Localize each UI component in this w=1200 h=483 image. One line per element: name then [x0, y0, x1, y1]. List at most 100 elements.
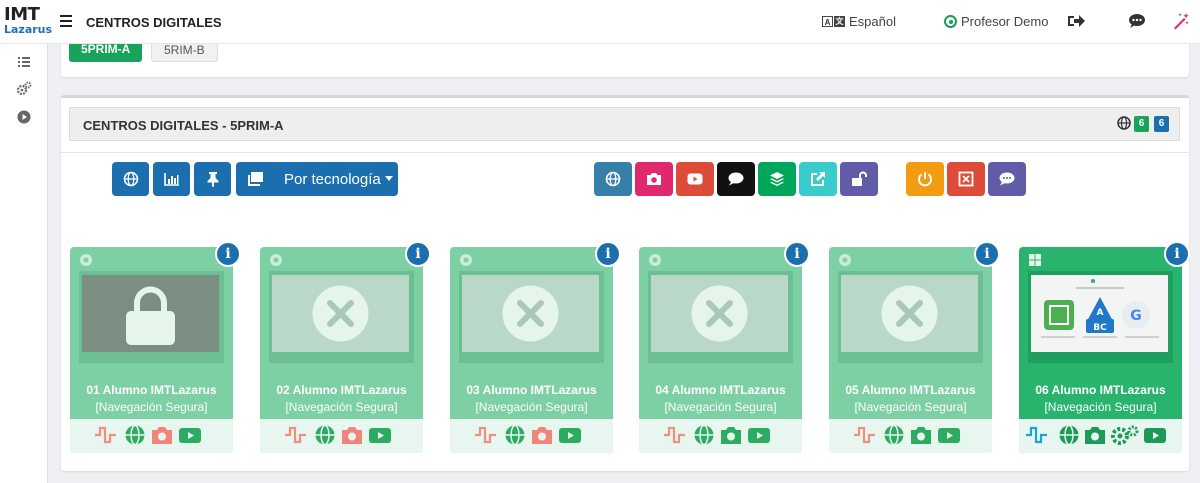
camera-icon[interactable]	[341, 424, 363, 446]
chat-button[interactable]	[988, 162, 1026, 196]
chrome-icon	[269, 253, 283, 267]
globe-icon[interactable]	[314, 424, 336, 446]
youtube-button[interactable]	[676, 162, 714, 196]
language-selector[interactable]: A文 Español	[822, 14, 896, 29]
youtube-icon[interactable]	[747, 424, 771, 446]
online-count-badge: 6	[1134, 116, 1149, 132]
unlock-icon	[852, 171, 867, 186]
statistics-button[interactable]	[153, 162, 190, 196]
chrome-icon	[459, 253, 473, 267]
globe-icon[interactable]	[1058, 424, 1080, 446]
screen-thumbnail[interactable]	[79, 271, 224, 363]
menu-toggle-icon[interactable]	[60, 15, 72, 27]
left-sidebar	[0, 44, 48, 483]
globe-icon[interactable]	[883, 424, 905, 446]
student-actions	[639, 419, 802, 453]
app-logo[interactable]: IMT Lazarus	[4, 4, 52, 36]
youtube-icon[interactable]	[558, 424, 582, 446]
camera-icon[interactable]	[151, 424, 173, 446]
group-by-technology-dropdown[interactable]: Por tecnología	[236, 162, 398, 196]
logo-text-top: IMT	[4, 4, 40, 25]
screenshot-button[interactable]	[635, 162, 673, 196]
student-actions	[829, 419, 992, 453]
info-icon[interactable]: i	[405, 241, 431, 267]
student-tile[interactable]: i A BC G 06 Alumno IMTLazarus [Navegació…	[1019, 241, 1190, 453]
globe-icon	[1117, 116, 1131, 130]
screen-thumbnail[interactable]	[838, 271, 983, 363]
power-icon	[918, 172, 932, 187]
info-icon[interactable]: i	[595, 241, 621, 267]
student-status: [Navegación Segura]	[95, 400, 208, 414]
settings-icon[interactable]	[1109, 424, 1139, 446]
caret-down-icon	[384, 176, 393, 181]
screen-live: A BC G	[1031, 275, 1168, 352]
activity-icon[interactable]	[284, 424, 308, 446]
student-actions	[260, 419, 423, 453]
camera-icon[interactable]	[720, 424, 742, 446]
youtube-icon[interactable]	[368, 424, 392, 446]
svg-text:A: A	[1097, 308, 1104, 318]
external-link-icon	[811, 172, 825, 186]
youtube-icon	[687, 173, 703, 185]
globe-icon[interactable]	[504, 424, 526, 446]
layers-icon	[770, 172, 784, 186]
pin-button[interactable]	[194, 162, 231, 196]
message-button[interactable]	[717, 162, 755, 196]
globe-icon[interactable]	[693, 424, 715, 446]
student-actions	[1019, 419, 1182, 453]
youtube-icon[interactable]	[178, 424, 202, 446]
info-icon[interactable]: i	[215, 241, 241, 267]
logout-icon[interactable]	[1067, 12, 1085, 30]
student-tile[interactable]: i 01 Alumno IMTLazarus [Navegación Segur…	[70, 241, 241, 453]
globe-icon	[605, 171, 621, 187]
lock-icon	[126, 286, 175, 345]
info-icon[interactable]: i	[1164, 241, 1190, 267]
info-icon[interactable]: i	[974, 241, 1000, 267]
globe-icon[interactable]	[124, 424, 146, 446]
chat-icon[interactable]	[1128, 12, 1146, 30]
camera-icon[interactable]	[910, 424, 932, 446]
user-status-icon	[944, 15, 957, 28]
layers-button[interactable]	[758, 162, 796, 196]
screen-locked	[82, 275, 219, 352]
youtube-icon[interactable]	[937, 424, 961, 446]
activity-icon[interactable]	[1025, 424, 1049, 446]
student-tile[interactable]: i 04 Alumno IMTLazarus [Navegación Segur…	[639, 241, 810, 453]
camera-icon	[647, 173, 661, 185]
open-link-button[interactable]	[799, 162, 837, 196]
student-tile[interactable]: i 05 Alumno IMTLazarus [Navegación Segur…	[829, 241, 1000, 453]
internet-control-button[interactable]	[594, 162, 632, 196]
screen-unavailable	[651, 275, 788, 352]
info-icon[interactable]: i	[784, 241, 810, 267]
screen-thumbnail[interactable]	[459, 271, 604, 363]
activity-icon[interactable]	[474, 424, 498, 446]
youtube-icon[interactable]	[1143, 424, 1167, 446]
activity-icon[interactable]	[853, 424, 877, 446]
close-icon	[312, 285, 369, 342]
power-button[interactable]	[906, 162, 944, 196]
web-view-button[interactable]	[112, 162, 149, 196]
settings-icon[interactable]	[16, 81, 32, 97]
camera-icon[interactable]	[1084, 424, 1106, 446]
user-name: Profesor Demo	[961, 14, 1049, 29]
activity-icon[interactable]	[94, 424, 118, 446]
user-menu[interactable]: Profesor Demo	[944, 14, 1048, 29]
camera-icon[interactable]	[531, 424, 553, 446]
screen-thumbnail[interactable]: A BC G	[1028, 271, 1173, 363]
bar-chart-icon	[163, 173, 179, 186]
student-tile[interactable]: i 02 Alumno IMTLazarus [Navegación Segur…	[260, 241, 431, 453]
list-icon[interactable]	[16, 54, 32, 70]
play-circle-icon[interactable]	[16, 109, 32, 125]
top-navbar: IMT Lazarus CENTROS DIGITALES A文 Español…	[0, 0, 1200, 44]
student-name: 03 Alumno IMTLazarus	[466, 383, 597, 397]
screen-thumbnail[interactable]	[648, 271, 793, 363]
unlock-button[interactable]	[840, 162, 878, 196]
activity-icon[interactable]	[663, 424, 687, 446]
close-window-button[interactable]	[947, 162, 985, 196]
student-status: [Navegación Segura]	[475, 400, 588, 414]
student-name: 01 Alumno IMTLazarus	[86, 383, 217, 397]
student-tile[interactable]: i 03 Alumno IMTLazarus [Navegación Segur…	[450, 241, 621, 453]
screen-unavailable	[462, 275, 599, 352]
magic-wand-icon[interactable]	[1172, 12, 1190, 30]
screen-thumbnail[interactable]	[269, 271, 414, 363]
